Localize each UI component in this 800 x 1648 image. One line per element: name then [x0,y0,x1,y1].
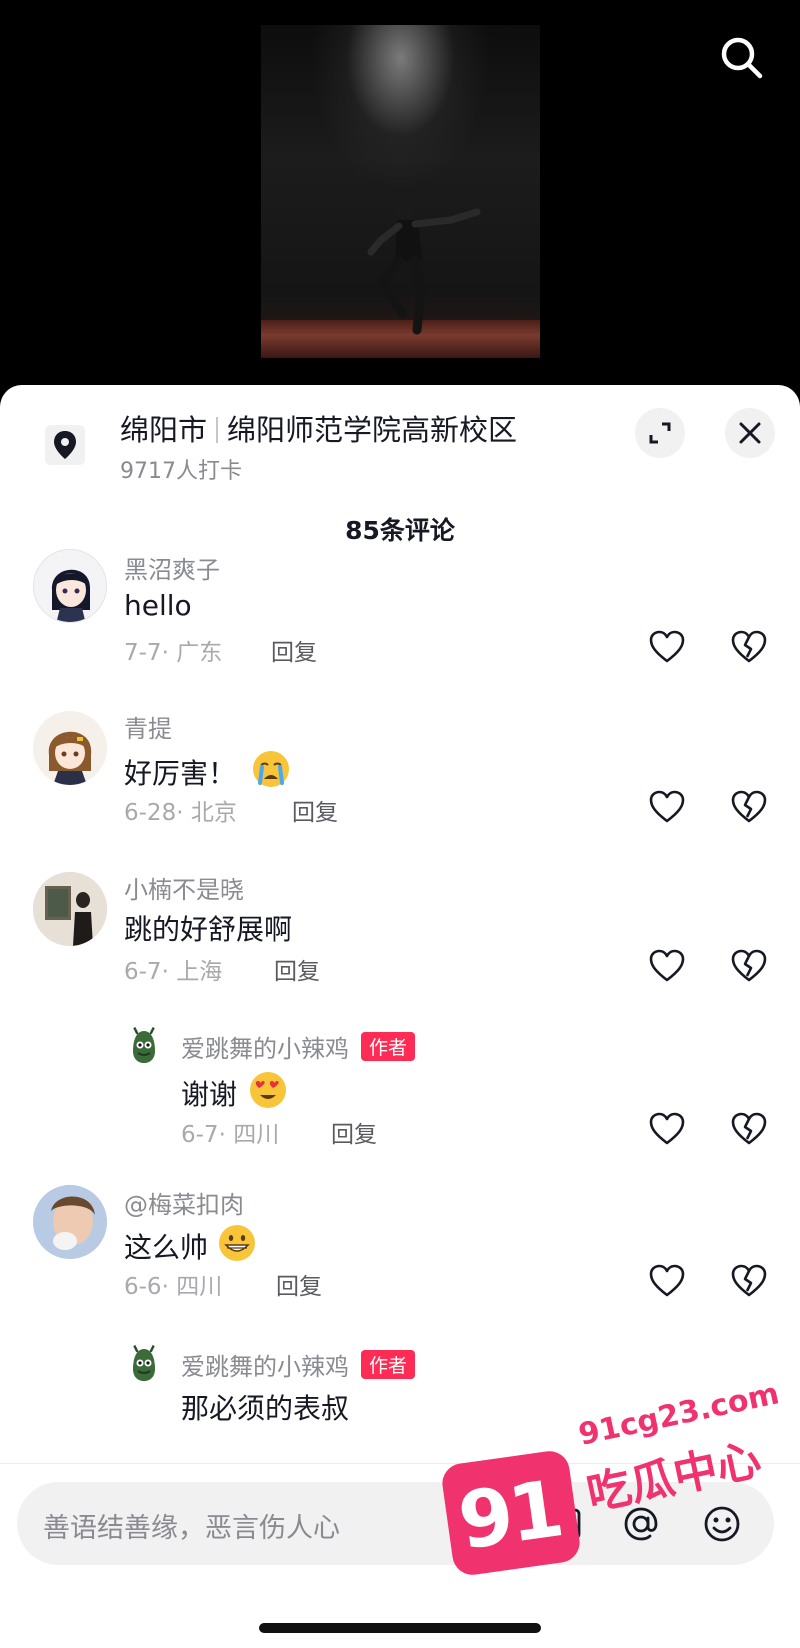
heart-eyes-face-emoji-icon [249,1072,286,1108]
reply-button[interactable]: 回复 [271,633,317,667]
comment-date-region: 7-7· 广东 [124,640,223,666]
reply-button[interactable]: 回复 [274,952,320,986]
watermark-logo: 91 91cg23.com 吃瓜中心 [437,1376,782,1600]
comment-text: 跳的好舒展啊 [124,913,293,946]
comment-text: 谢谢 [181,1070,288,1113]
comment-input[interactable]: 善语结善缘，恶言伤人心 [43,1506,340,1545]
author-avatar[interactable] [124,1025,164,1065]
broken-heart-icon[interactable] [729,946,769,986]
comment-username: 爱跳舞的小辣鸡 作者 [181,1347,416,1382]
reply-username[interactable]: 爱跳舞的小辣鸡 [181,1353,349,1381]
broken-heart-icon[interactable] [729,787,769,827]
grinning-face-emoji-icon [218,1225,255,1261]
location-title[interactable]: 绵阳市 绵阳师范学院高新校区 [120,407,517,449]
avatar[interactable] [33,872,107,946]
comment-text: 好厉害！ [124,749,291,792]
comment-date-region: 6-28· 北京 [124,800,237,826]
close-icon [739,422,761,444]
expand-icon [649,422,671,444]
home-indicator[interactable] [259,1623,541,1633]
author-avatar[interactable] [124,1343,164,1383]
watermark-number: 91 [453,1464,566,1568]
comment-text-content: 好厉害！ [124,757,237,790]
search-icon [721,37,763,79]
author-badge: 作者 [361,1032,416,1061]
search-button[interactable] [712,28,772,88]
broken-heart-icon[interactable] [729,627,769,667]
heart-icon[interactable] [647,787,687,827]
location-pin-icon [45,425,85,465]
comment-text: 那必须的表叔 [181,1392,350,1425]
comment-username[interactable]: 青提 [124,709,172,744]
heart-icon[interactable] [647,627,687,667]
author-badge: 作者 [361,1350,416,1379]
avatar[interactable] [33,1185,107,1259]
comment-username: 爱跳舞的小辣鸡 作者 [181,1029,416,1064]
comment-text: 这么帅 [124,1223,257,1266]
heart-icon[interactable] [647,946,687,986]
dancer-figure [367,201,481,335]
location-city: 绵阳市 [120,413,208,447]
video-frame [261,25,540,358]
heart-icon[interactable] [647,1261,687,1301]
location-separator [216,417,219,443]
avatar[interactable] [33,549,107,623]
avatar[interactable] [33,711,107,785]
comment-text-content: 这么帅 [124,1231,209,1264]
comment-date-region: 6-7· 四川 [181,1122,280,1148]
comment-count: 85条评论 [345,516,455,545]
close-button[interactable] [725,408,775,458]
location-checkins: 9717人打卡 [120,459,242,484]
comment-username[interactable]: 黑沼爽子 [124,550,220,585]
reply-button[interactable]: 回复 [292,793,338,827]
comment-username[interactable]: @梅菜扣肉 [124,1185,244,1220]
expand-button[interactable] [635,408,685,458]
location-place: 绵阳师范学院高新校区 [227,413,518,447]
comment-text: hello [124,589,192,622]
comment-text-content: 谢谢 [181,1078,238,1111]
broken-heart-icon[interactable] [729,1261,769,1301]
comment-date-region: 6-7· 上海 [124,959,223,985]
heart-icon[interactable] [647,1109,687,1149]
comment-username[interactable]: 小楠不是晓 [124,870,244,905]
reply-button[interactable]: 回复 [331,1115,377,1149]
crying-face-emoji-icon [252,751,289,787]
reply-button[interactable]: 回复 [276,1267,322,1301]
comment-date-region: 6-6· 四川 [124,1274,223,1300]
broken-heart-icon[interactable] [729,1109,769,1149]
video-player[interactable] [0,0,800,400]
reply-username[interactable]: 爱跳舞的小辣鸡 [181,1035,349,1063]
